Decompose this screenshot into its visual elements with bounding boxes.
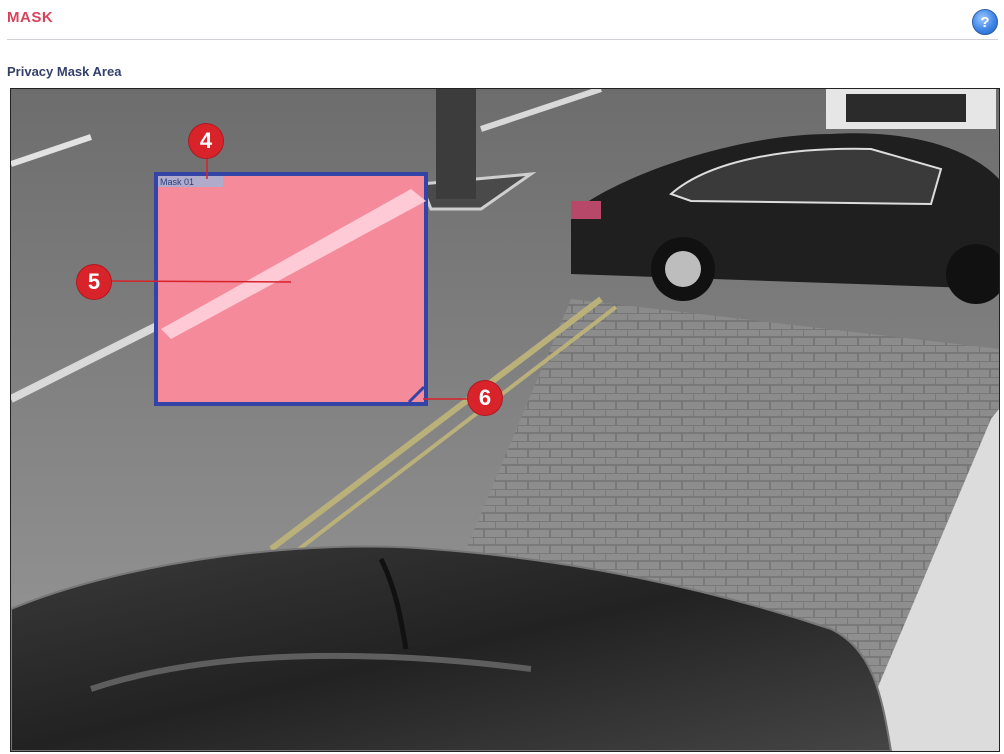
section-title: Privacy Mask Area [7,64,122,79]
page-header: MASK ? [0,0,1004,42]
help-icon[interactable]: ? [972,9,998,35]
callout-badge-4: 4 [189,124,223,158]
callout-badge-5: 5 [77,265,111,299]
privacy-mask-region: Mask 01 [154,172,428,406]
camera-scene: Mask 01 [11,89,999,751]
header-divider [7,39,998,40]
tree-trunk [436,89,476,199]
page-title: MASK [7,9,54,26]
callout-badge-6: 6 [468,381,502,415]
mask-label: Mask 01 [160,177,194,187]
camera-view[interactable]: Mask 01 4 5 6 [10,88,1000,752]
